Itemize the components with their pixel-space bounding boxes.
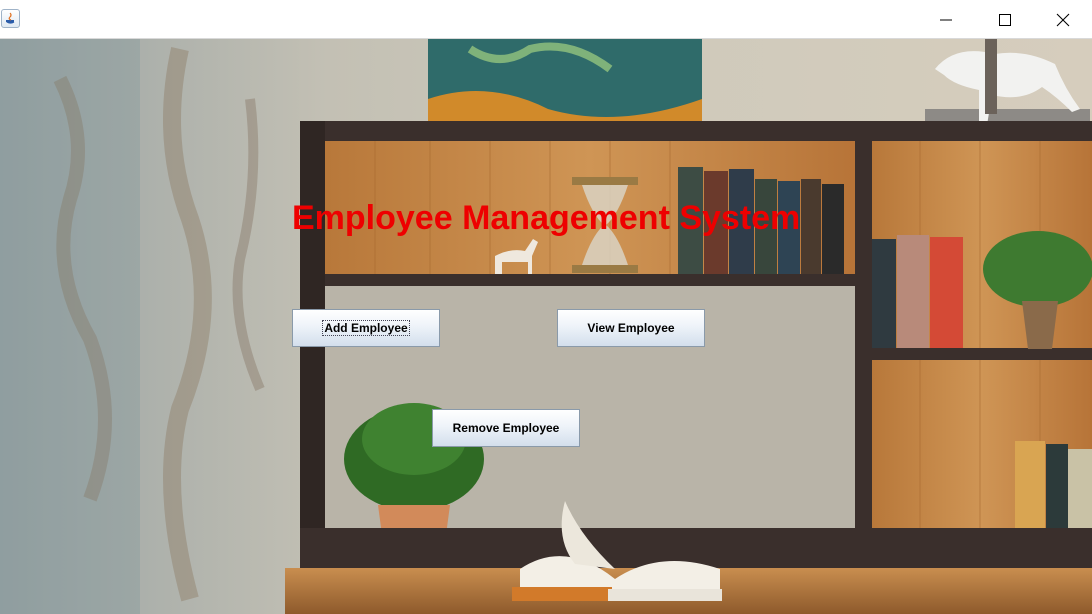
add-employee-label: Add Employee — [322, 320, 410, 336]
remove-employee-button[interactable]: Remove Employee — [432, 409, 580, 447]
window-titlebar — [0, 0, 1092, 39]
minimize-button[interactable] — [917, 0, 975, 39]
maximize-icon — [999, 13, 1011, 26]
java-app-icon[interactable] — [1, 9, 20, 28]
close-icon — [1056, 13, 1070, 26]
view-employee-button[interactable]: View Employee — [557, 309, 705, 347]
background-image — [0, 39, 1092, 614]
add-employee-button[interactable]: Add Employee — [292, 309, 440, 347]
page-title: Employee Management System — [292, 199, 801, 237]
view-employee-label: View Employee — [587, 321, 675, 335]
close-button[interactable] — [1034, 0, 1092, 39]
minimize-icon — [940, 19, 952, 20]
maximize-button[interactable] — [976, 0, 1034, 39]
remove-employee-label: Remove Employee — [452, 421, 560, 435]
main-panel: Employee Management System Add Employee … — [0, 39, 1092, 614]
